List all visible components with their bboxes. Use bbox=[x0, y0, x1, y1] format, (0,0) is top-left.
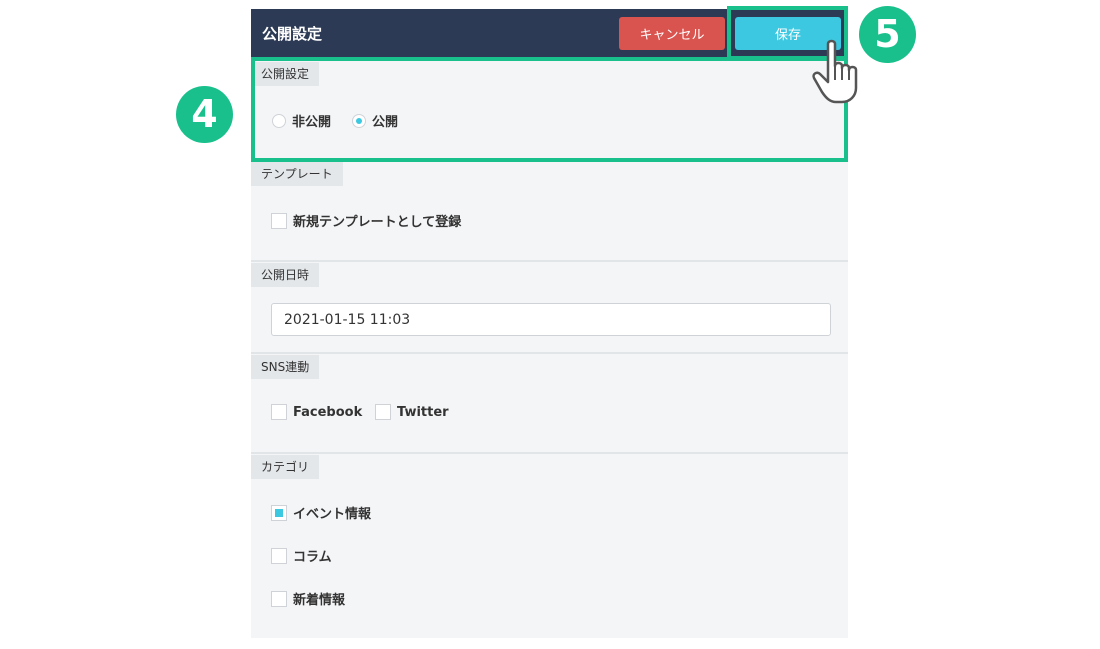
step-4-badge: 4 bbox=[176, 86, 233, 143]
twitter-label: Twitter bbox=[397, 404, 449, 420]
publish-settings-panel: 公開設定 キャンセル 保存 公開設定 非公開 公開 テンプレート 新規テンプレー… bbox=[251, 9, 848, 638]
facebook-label: Facebook bbox=[293, 404, 363, 420]
facebook-checkbox[interactable] bbox=[271, 404, 287, 420]
visibility-section-label: 公開設定 bbox=[251, 62, 320, 86]
category-event-checkbox[interactable] bbox=[271, 504, 287, 521]
section-divider bbox=[251, 452, 848, 454]
cancel-button[interactable]: キャンセル bbox=[619, 17, 725, 50]
category-event-label: イベント情報 bbox=[293, 507, 372, 522]
sns-section-label: SNS連動 bbox=[251, 355, 320, 379]
register-template-label: 新規テンプレートとして登録 bbox=[293, 215, 462, 230]
publish-date-section-label: 公開日時 bbox=[251, 263, 320, 287]
category-column-label: コラム bbox=[293, 550, 332, 565]
register-template-option[interactable]: 新規テンプレートとして登録 bbox=[271, 211, 461, 230]
category-column-option[interactable]: コラム bbox=[271, 546, 332, 565]
category-news-checkbox[interactable] bbox=[271, 590, 287, 607]
radio-private-label: 非公開 bbox=[292, 115, 332, 130]
section-divider bbox=[251, 260, 848, 262]
radio-public-label: 公開 bbox=[372, 115, 399, 130]
section-divider bbox=[251, 352, 848, 354]
hand-pointer-icon bbox=[812, 39, 858, 104]
category-news-label: 新着情報 bbox=[293, 593, 346, 608]
radio-public[interactable]: 公開 bbox=[352, 111, 398, 130]
radio-private[interactable]: 非公開 bbox=[272, 111, 331, 130]
register-template-checkbox[interactable] bbox=[271, 212, 287, 229]
panel-title: 公開設定 bbox=[262, 25, 323, 43]
category-column-checkbox[interactable] bbox=[271, 547, 287, 564]
category-news-option[interactable]: 新着情報 bbox=[271, 589, 345, 608]
sns-facebook-option[interactable]: Facebook bbox=[271, 404, 362, 420]
template-section-label: テンプレート bbox=[251, 162, 343, 186]
category-event-option[interactable]: イベント情報 bbox=[271, 503, 371, 522]
publish-date-input[interactable] bbox=[271, 303, 831, 336]
radio-public-indicator[interactable] bbox=[352, 113, 366, 128]
radio-private-indicator[interactable] bbox=[272, 113, 286, 128]
sns-twitter-option[interactable]: Twitter bbox=[375, 404, 449, 420]
panel-header: 公開設定 キャンセル 保存 bbox=[251, 9, 848, 58]
category-section-label: カテゴリ bbox=[251, 455, 320, 479]
twitter-checkbox[interactable] bbox=[375, 404, 391, 420]
